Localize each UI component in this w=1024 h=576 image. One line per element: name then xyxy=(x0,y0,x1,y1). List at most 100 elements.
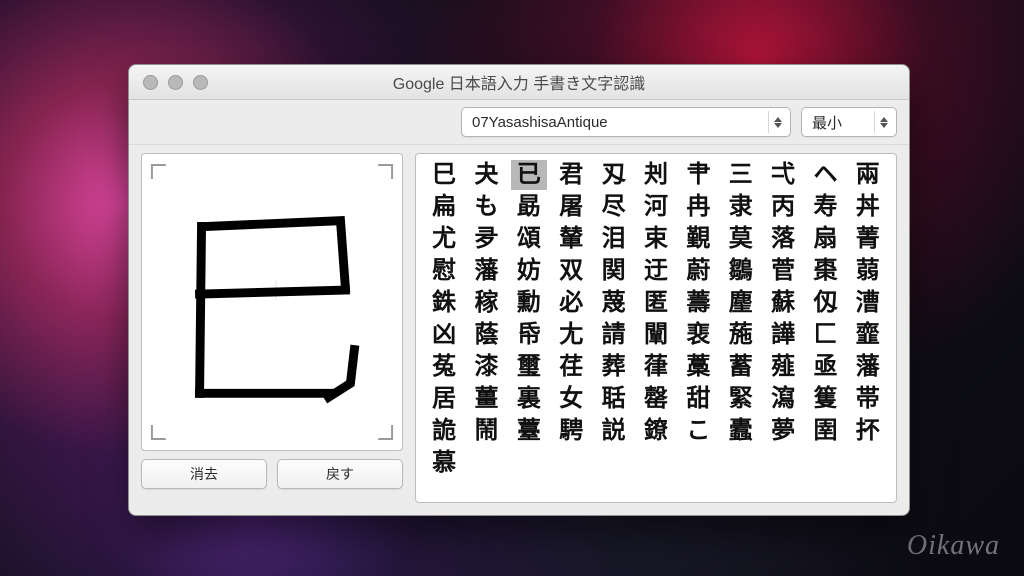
candidate-char[interactable]: 蘇 xyxy=(765,288,801,318)
candidate-char[interactable]: 夛 xyxy=(468,224,504,254)
candidate-char[interactable]: こ xyxy=(680,416,716,446)
candidate-char[interactable]: 束 xyxy=(638,224,674,254)
candidate-char[interactable]: 尤 xyxy=(426,224,462,254)
candidate-char[interactable]: 闡 xyxy=(638,320,674,350)
candidate-char[interactable]: 覲 xyxy=(680,224,716,254)
candidate-char[interactable]: 刄 xyxy=(595,160,631,190)
candidate-char[interactable]: 緊 xyxy=(723,384,759,414)
candidate-char[interactable]: 裵 xyxy=(680,320,716,350)
candidate-char[interactable]: 蔑 xyxy=(595,288,631,318)
candidate-char[interactable]: 丙 xyxy=(765,192,801,222)
candidate-char[interactable]: 屠 xyxy=(553,192,589,222)
candidate-char[interactable]: 夢 xyxy=(765,416,801,446)
candidate-char[interactable]: 丼 xyxy=(850,192,886,222)
candidate-char[interactable]: 兩 xyxy=(850,160,886,190)
candidate-char[interactable]: 女 xyxy=(553,384,589,414)
candidate-char[interactable]: 聒 xyxy=(595,384,631,414)
candidate-char[interactable]: 肀 xyxy=(680,160,716,190)
candidate-char[interactable]: 匿 xyxy=(638,288,674,318)
candidate-char[interactable]: 薹 xyxy=(511,416,547,446)
size-select-stepper[interactable] xyxy=(874,111,893,133)
window-titlebar[interactable]: Google 日本語入力 手書き文字認識 xyxy=(129,65,909,100)
candidate-char[interactable]: 譁 xyxy=(765,320,801,350)
candidate-char[interactable]: 関 xyxy=(595,256,631,286)
close-icon[interactable] xyxy=(143,75,158,90)
minimize-icon[interactable] xyxy=(168,75,183,90)
candidate-char[interactable]: 漆 xyxy=(468,352,504,382)
candidate-char[interactable]: 薵 xyxy=(680,288,716,318)
candidate-char[interactable]: 菟 xyxy=(426,352,462,382)
candidate-char[interactable]: 蓄 xyxy=(723,352,759,382)
candidate-char[interactable]: 夬 xyxy=(468,160,504,190)
candidate-char[interactable]: 説 xyxy=(595,416,631,446)
candidate-char[interactable]: 騁 xyxy=(553,416,589,446)
candidate-char[interactable]: 凶 xyxy=(426,320,462,350)
candidate-char[interactable]: 藩 xyxy=(850,352,886,382)
candidate-char[interactable]: 勳 xyxy=(511,288,547,318)
candidate-char[interactable]: 勗 xyxy=(511,192,547,222)
candidate-char[interactable]: 頌 xyxy=(511,224,547,254)
candidate-char[interactable]: 寿 xyxy=(807,192,843,222)
candidate-char[interactable]: ヘ xyxy=(807,160,843,190)
candidate-char[interactable]: 薤 xyxy=(765,352,801,382)
candidate-char[interactable]: 巳 xyxy=(426,160,462,190)
candidate-char[interactable]: 藁 xyxy=(680,352,716,382)
candidate-char[interactable]: 葬 xyxy=(595,352,631,382)
candidate-char[interactable]: 弌 xyxy=(765,160,801,190)
candidate-char[interactable]: 仭 xyxy=(807,288,843,318)
candidate-char[interactable]: 扁 xyxy=(426,192,462,222)
candidate-char[interactable]: 鬧 xyxy=(468,416,504,446)
candidate-char[interactable]: 麈 xyxy=(723,288,759,318)
candidate-char[interactable]: 帋 xyxy=(511,320,547,350)
candidate-char[interactable]: 瀉 xyxy=(765,384,801,414)
font-select[interactable]: 07YasashisaAntique xyxy=(461,107,791,137)
candidate-char[interactable]: 居 xyxy=(426,384,462,414)
candidate-char[interactable]: 請 xyxy=(595,320,631,350)
candidate-char[interactable]: 裏 xyxy=(511,384,547,414)
candidate-char[interactable]: 菁 xyxy=(850,224,886,254)
size-select[interactable]: 最小 xyxy=(801,107,897,137)
candidate-char[interactable]: 詭 xyxy=(426,416,462,446)
candidate-char[interactable]: 蔚 xyxy=(680,256,716,286)
candidate-char[interactable]: も xyxy=(468,192,504,222)
candidate-char[interactable]: 落 xyxy=(765,224,801,254)
candidate-char[interactable]: 棗 xyxy=(807,256,843,286)
font-select-stepper[interactable] xyxy=(768,111,787,133)
candidate-char[interactable]: 亟 xyxy=(807,352,843,382)
candidate-char[interactable]: 莫 xyxy=(723,224,759,254)
candidate-char[interactable]: 妨 xyxy=(511,256,547,286)
candidate-char[interactable]: 銖 xyxy=(426,288,462,318)
candidate-char[interactable]: 罄 xyxy=(638,384,674,414)
candidate-char[interactable]: 匚 xyxy=(807,320,843,350)
candidate-char[interactable]: 稼 xyxy=(468,288,504,318)
candidate-char[interactable]: 三 xyxy=(723,160,759,190)
candidate-char[interactable]: 蒻 xyxy=(850,256,886,286)
candidate-char[interactable]: 尽 xyxy=(595,192,631,222)
candidate-char[interactable]: 双 xyxy=(553,256,589,286)
candidate-char[interactable]: 迂 xyxy=(638,256,674,286)
candidate-char[interactable]: 葎 xyxy=(638,352,674,382)
candidate-char[interactable]: 抔 xyxy=(850,416,886,446)
candidate-char[interactable]: 已 xyxy=(511,160,547,190)
candidate-char[interactable]: 蔭 xyxy=(468,320,504,350)
undo-button[interactable]: 戻す xyxy=(277,459,403,489)
candidate-char[interactable]: 韲 xyxy=(850,320,886,350)
candidate-char[interactable]: 尢 xyxy=(553,320,589,350)
zoom-icon[interactable] xyxy=(193,75,208,90)
candidate-char[interactable]: 漕 xyxy=(850,288,886,318)
candidate-char[interactable]: 君 xyxy=(553,160,589,190)
candidate-char[interactable]: 薑 xyxy=(468,384,504,414)
candidate-char[interactable]: 帯 xyxy=(850,384,886,414)
candidate-char[interactable]: 泪 xyxy=(595,224,631,254)
candidate-char[interactable]: 冉 xyxy=(680,192,716,222)
candidate-char[interactable]: 鶵 xyxy=(723,256,759,286)
candidate-char[interactable]: 慕 xyxy=(426,448,462,478)
handwriting-canvas[interactable] xyxy=(141,153,403,451)
candidate-char[interactable]: 菅 xyxy=(765,256,801,286)
candidate-char[interactable]: 篗 xyxy=(807,384,843,414)
candidate-char[interactable]: 刔 xyxy=(638,160,674,190)
candidate-char[interactable]: 輦 xyxy=(553,224,589,254)
candidate-char[interactable]: 圉 xyxy=(807,416,843,446)
candidate-char[interactable]: 隶 xyxy=(723,192,759,222)
candidate-char[interactable]: 必 xyxy=(553,288,589,318)
